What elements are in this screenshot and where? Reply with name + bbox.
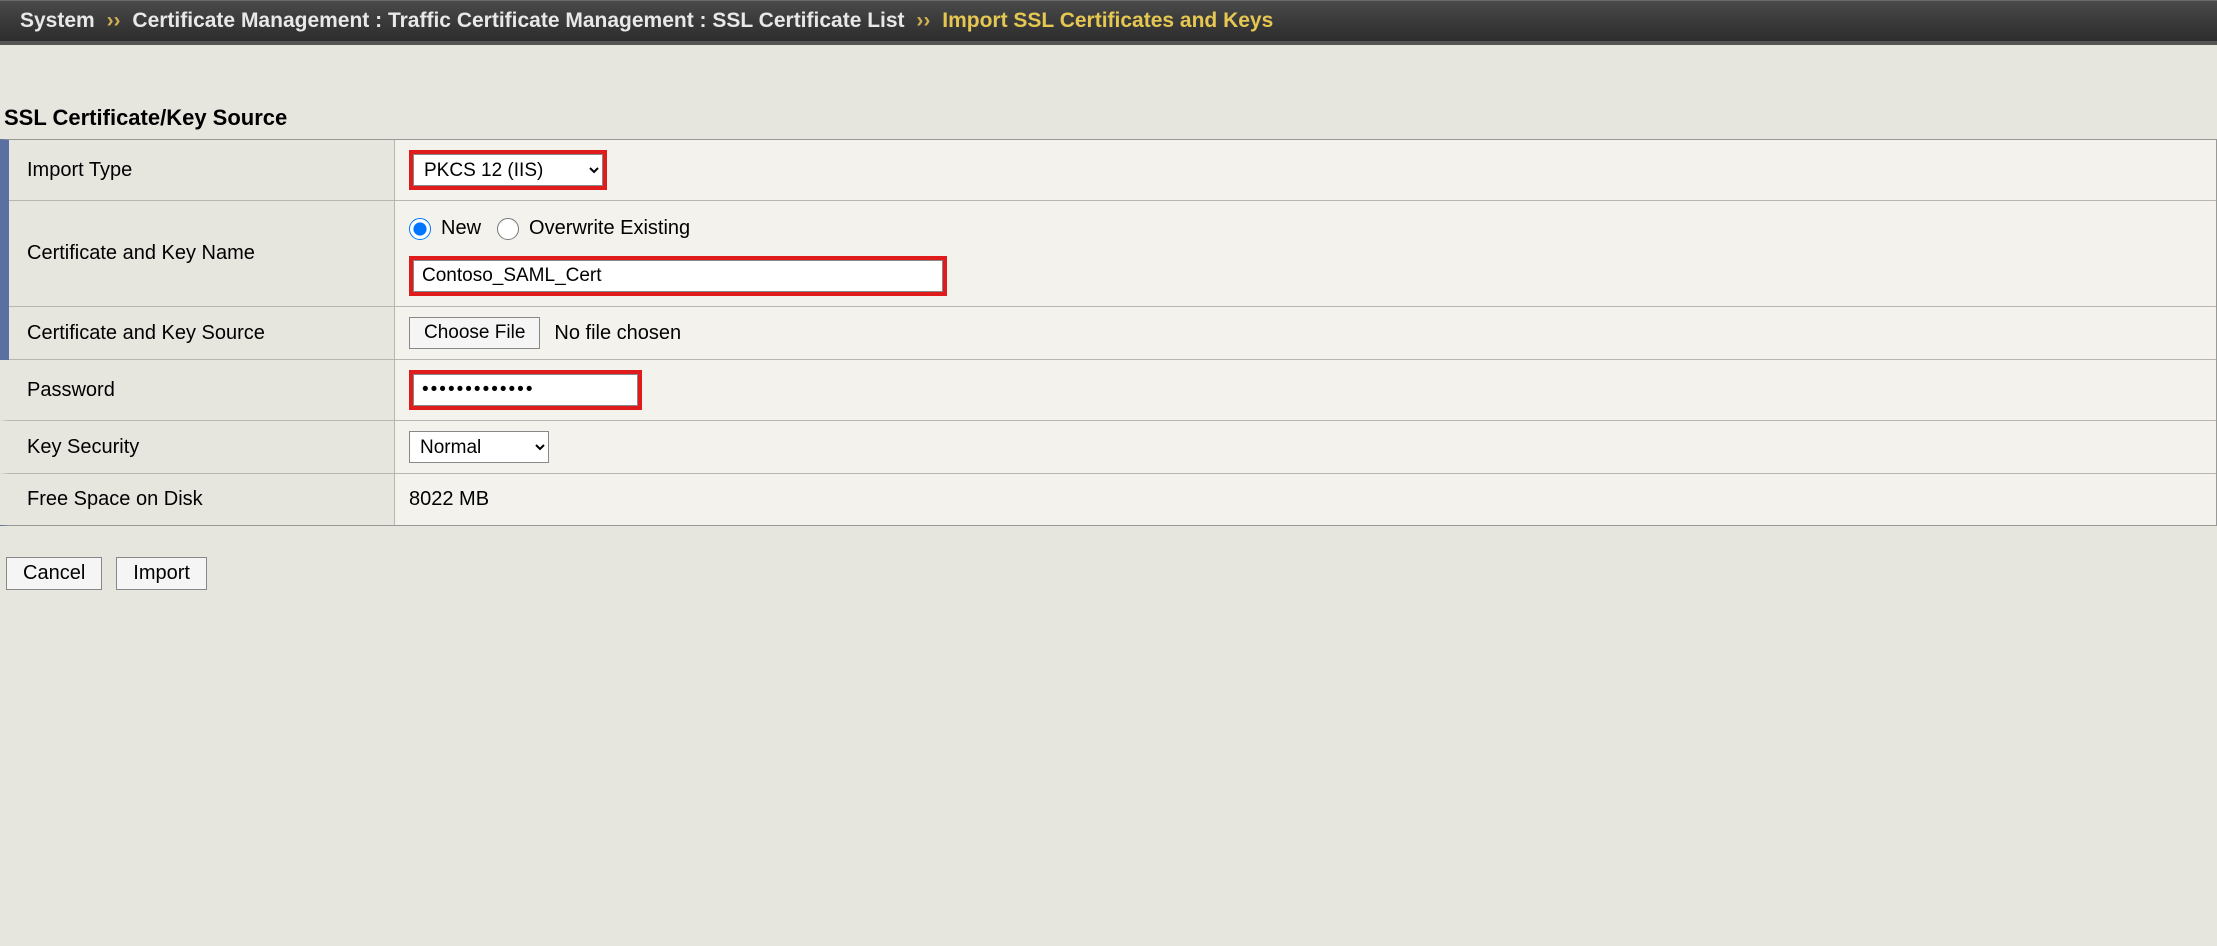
row-key-security: Key Security Normal bbox=[0, 421, 2216, 474]
breadcrumb-root[interactable]: System bbox=[20, 9, 95, 32]
row-import-type: Import Type PKCS 12 (IIS) bbox=[9, 140, 2216, 201]
label-key-security: Key Security bbox=[9, 421, 394, 473]
label-cert-key-name: Certificate and Key Name bbox=[9, 201, 394, 306]
radio-new-label[interactable]: New bbox=[441, 217, 481, 240]
breadcrumb-sep: ›› bbox=[916, 9, 930, 32]
file-status: No file chosen bbox=[554, 322, 681, 345]
key-security-select[interactable]: Normal bbox=[409, 431, 549, 463]
breadcrumb-current: Import SSL Certificates and Keys bbox=[942, 9, 1273, 32]
breadcrumb-sep: ›› bbox=[107, 9, 121, 32]
radio-new[interactable] bbox=[409, 218, 431, 240]
free-space-value: 8022 MB bbox=[409, 488, 489, 511]
highlight-cert-name bbox=[409, 256, 947, 296]
label-free-space: Free Space on Disk bbox=[9, 474, 394, 525]
row-cert-key-name: Certificate and Key Name New Overwrite E… bbox=[9, 201, 2216, 307]
radio-overwrite[interactable] bbox=[497, 218, 519, 240]
choose-file-button[interactable]: Choose File bbox=[409, 317, 540, 349]
import-button[interactable]: Import bbox=[116, 557, 207, 590]
cert-name-input[interactable] bbox=[413, 260, 943, 292]
footer-buttons: Cancel Import bbox=[0, 551, 2217, 610]
label-import-type: Import Type bbox=[9, 140, 394, 200]
cancel-button[interactable]: Cancel bbox=[6, 557, 102, 590]
import-type-select[interactable]: PKCS 12 (IIS) bbox=[413, 154, 603, 186]
row-free-space: Free Space on Disk 8022 MB bbox=[0, 474, 2216, 525]
password-input[interactable] bbox=[413, 374, 638, 406]
label-cert-key-source: Certificate and Key Source bbox=[9, 307, 394, 359]
radio-overwrite-label[interactable]: Overwrite Existing bbox=[529, 217, 690, 240]
row-cert-key-source: Certificate and Key Source Choose File N… bbox=[9, 307, 2216, 360]
highlight-password bbox=[409, 370, 642, 410]
label-password: Password bbox=[9, 360, 394, 420]
form-table: Import Type PKCS 12 (IIS) Certificate an… bbox=[0, 139, 2217, 526]
breadcrumb: System ›› Certificate Management : Traff… bbox=[0, 0, 2217, 45]
highlight-import-type: PKCS 12 (IIS) bbox=[409, 150, 607, 190]
breadcrumb-path[interactable]: Certificate Management : Traffic Certifi… bbox=[132, 9, 904, 32]
row-password: Password bbox=[0, 360, 2216, 421]
section-title: SSL Certificate/Key Source bbox=[0, 105, 2217, 139]
